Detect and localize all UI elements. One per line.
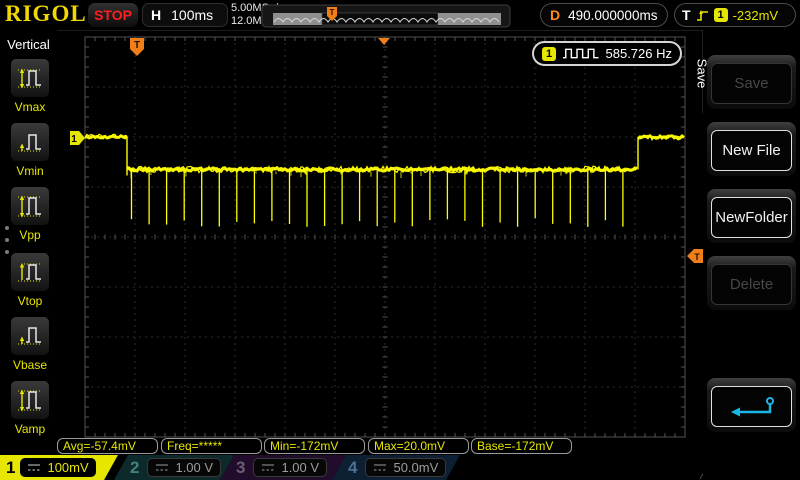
channel1-waveform-trace (84, 133, 685, 227)
square-wave-icon (562, 48, 599, 59)
horizontal-center-marker (378, 38, 390, 45)
oscilloscope-screen: RIGOL STOP H 100ms 5.00MSa/s 12.0M pts D… (0, 0, 800, 480)
return-arrow-icon (730, 396, 774, 416)
menu-button-delete[interactable]: Delete (707, 256, 796, 310)
waveform-display-area: T T 1 T (70, 4, 718, 480)
svg-text:1: 1 (71, 134, 77, 145)
menu-button-newfolder[interactable]: NewFolder (707, 189, 796, 243)
svg-text:T: T (694, 252, 700, 262)
new-file-button[interactable]: New File (711, 130, 792, 171)
measurement-min: Min=-172mV (264, 438, 365, 454)
svg-text:T: T (330, 8, 335, 17)
frequency-counter: 1 585.726 Hz (532, 41, 682, 66)
measurement-freq: Freq=***** (161, 438, 262, 454)
graticule (84, 36, 686, 438)
measurement-avg: Avg=-57.4mV (57, 438, 158, 454)
back-button[interactable] (711, 386, 792, 427)
timebase-preview-strip: T (261, 4, 511, 28)
freq-counter-channel-badge: 1 (542, 46, 556, 61)
save-button[interactable]: Save (711, 63, 792, 104)
menu-button-save[interactable]: Save (707, 55, 796, 109)
delete-button[interactable]: Delete (711, 264, 792, 305)
measurement-base: Base=-172mV (471, 438, 572, 454)
new-folder-button[interactable]: NewFolder (711, 197, 792, 238)
menu-button-back[interactable] (707, 378, 796, 432)
display-markers: T 1 T (70, 30, 718, 480)
save-menu: Save Save New File NewFolder Delete (694, 30, 800, 480)
measurement-max: Max=20.0mV (368, 438, 469, 454)
freq-counter-value: 585.726 Hz (605, 46, 673, 61)
svg-text:T: T (134, 40, 140, 51)
menu-button-newfile[interactable]: New File (707, 122, 796, 176)
